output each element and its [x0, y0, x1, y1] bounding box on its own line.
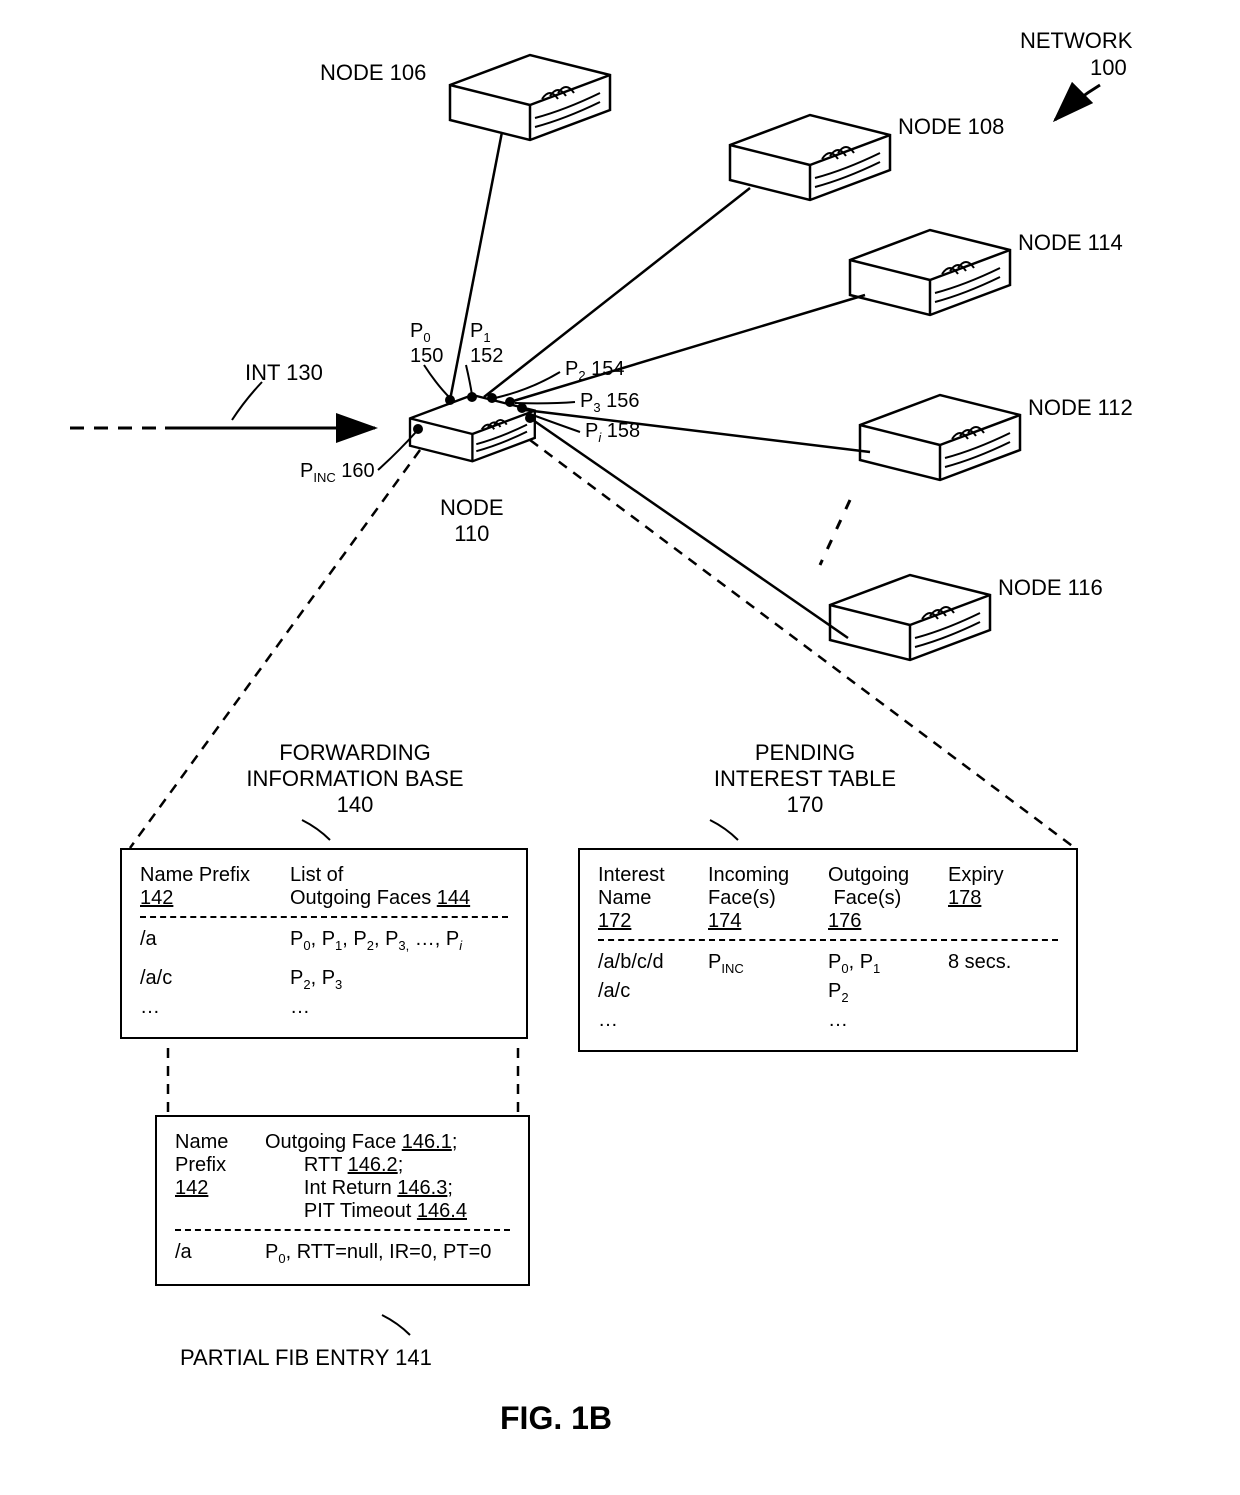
label-int-130: INT 130 [245, 360, 323, 386]
label-node-114: NODE 114 [1018, 230, 1123, 256]
label-network-ref: 100 [1090, 55, 1127, 81]
pit-title: PENDING INTEREST TABLE 170 [640, 740, 970, 818]
fib-title: FORWARDING INFORMATION BASE 140 [190, 740, 520, 818]
label-p0: P0 150 [410, 320, 443, 368]
pit-table: InterestName172 IncomingFace(s)174 Outgo… [578, 848, 1078, 1052]
label-p2: P2 154 [565, 358, 625, 383]
fib-row: /a P0, P1, P2, P3, …, Pi [140, 928, 508, 953]
partial-fib-table: NamePrefix142 Outgoing Face 146.1; RTT 1… [155, 1115, 530, 1286]
fib-row: /a/c P2, P3 [140, 967, 508, 992]
label-node-108: NODE 108 [898, 114, 1004, 140]
label-pinc: PINC 160 [300, 460, 375, 485]
label-p3: P3 156 [580, 390, 640, 415]
label-pi: Pi 158 [585, 420, 640, 445]
label-node-106: NODE 106 [320, 60, 426, 86]
label-partial-fib-entry: PARTIAL FIB ENTRY 141 [180, 1345, 432, 1371]
pit-row: … … [598, 1009, 1058, 1032]
pit-row: /a/b/c/d PINC P0, P1 8 secs. [598, 951, 1058, 976]
figure-title: FIG. 1B [500, 1400, 612, 1437]
fib-table: Name Prefix 142 List of Outgoing Faces 1… [120, 848, 528, 1039]
label-node-116: NODE 116 [998, 575, 1103, 601]
label-network: NETWORK [1020, 28, 1132, 54]
label-node-110: NODE110 [440, 495, 504, 547]
label-node-112: NODE 112 [1028, 395, 1133, 421]
label-p1: P1 152 [470, 320, 503, 368]
partial-row: /a P0, RTT=null, IR=0, PT=0 [175, 1241, 510, 1266]
pit-row: /a/c P2 [598, 980, 1058, 1005]
fib-row: … … [140, 996, 508, 1019]
